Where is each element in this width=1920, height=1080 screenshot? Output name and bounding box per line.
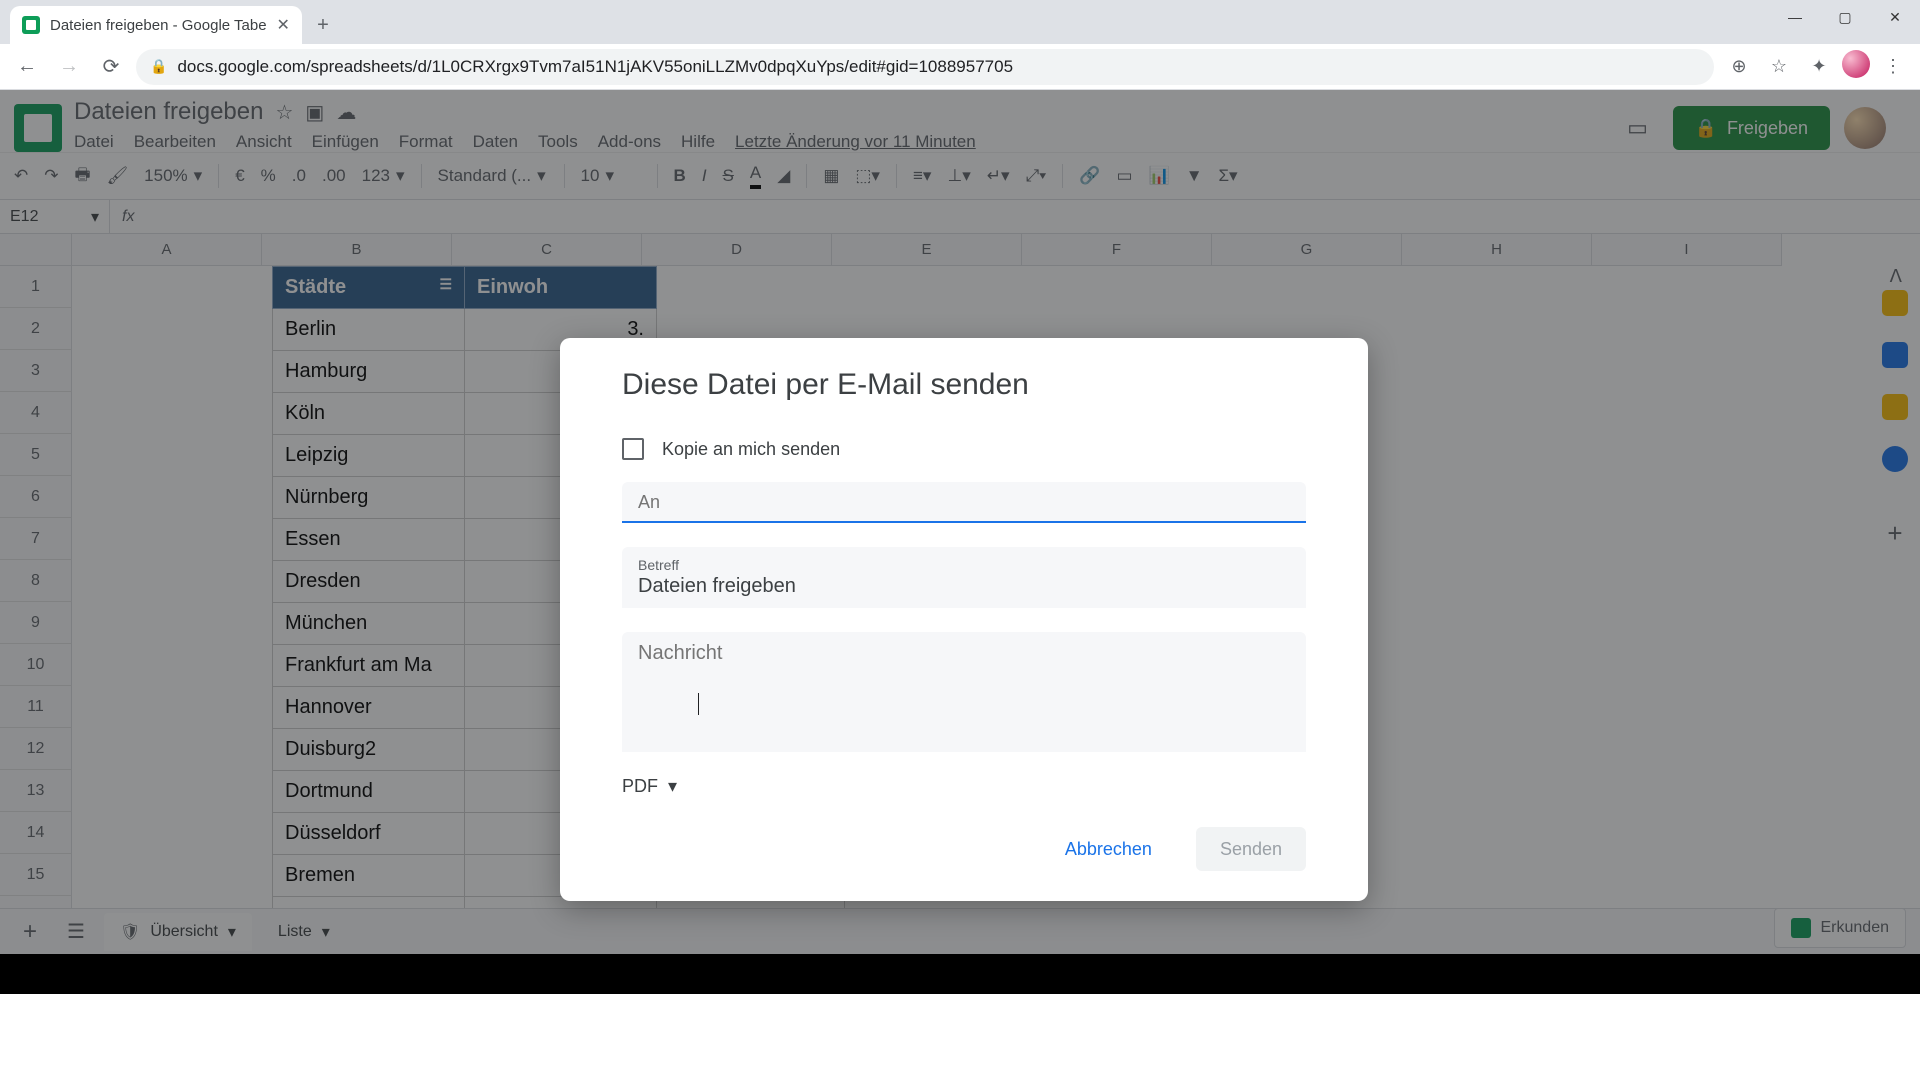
chrome-menu-icon[interactable]: ⋮	[1876, 50, 1910, 84]
send-button[interactable]: Senden	[1196, 827, 1306, 871]
copy-to-me-checkbox[interactable]	[622, 438, 644, 460]
dialog-title: Diese Datei per E-Mail senden	[622, 368, 1306, 402]
chrome-profile-avatar[interactable]	[1842, 50, 1870, 78]
extensions-icon[interactable]: ✦	[1802, 50, 1836, 84]
message-input[interactable]	[638, 642, 1290, 688]
email-file-dialog: Diese Datei per E-Mail senden Kopie an m…	[560, 338, 1368, 901]
reload-button[interactable]: ⟳	[94, 50, 128, 84]
chevron-down-icon: ▾	[668, 776, 677, 797]
window-close-icon[interactable]: ✕	[1870, 0, 1920, 34]
black-bar	[0, 954, 1920, 994]
forward-button[interactable]: →	[52, 50, 86, 84]
window-minimize-icon[interactable]: —	[1770, 0, 1820, 34]
subject-field[interactable]: Betreff	[622, 547, 1306, 608]
subject-label: Betreff	[638, 557, 1290, 573]
text-cursor	[698, 693, 699, 715]
new-tab-button[interactable]: +	[308, 10, 338, 40]
sheets-favicon	[22, 16, 40, 34]
to-input[interactable]	[638, 492, 1290, 513]
copy-to-me-label: Kopie an mich senden	[662, 439, 840, 460]
to-field[interactable]	[622, 482, 1306, 523]
browser-titlebar: Dateien freigeben - Google Tabe ✕ + — ▢ …	[0, 0, 1920, 44]
back-button[interactable]: ←	[10, 50, 44, 84]
url-text: docs.google.com/spreadsheets/d/1L0CRXrgx…	[177, 57, 1013, 77]
zoom-icon[interactable]: ⊕	[1722, 50, 1756, 84]
browser-address-bar: ← → ⟳ 🔒 docs.google.com/spreadsheets/d/1…	[0, 44, 1920, 90]
message-field[interactable]	[622, 632, 1306, 752]
close-tab-icon[interactable]: ✕	[277, 15, 290, 35]
lock-icon: 🔒	[150, 58, 167, 75]
browser-tab[interactable]: Dateien freigeben - Google Tabe ✕	[10, 6, 302, 44]
url-input[interactable]: 🔒 docs.google.com/spreadsheets/d/1L0CRXr…	[136, 49, 1714, 85]
format-selector[interactable]: PDF▾	[622, 776, 1306, 797]
window-maximize-icon[interactable]: ▢	[1820, 0, 1870, 34]
tab-title: Dateien freigeben - Google Tabe	[50, 17, 267, 34]
subject-input[interactable]	[638, 575, 1290, 598]
bookmark-icon[interactable]: ☆	[1762, 50, 1796, 84]
cancel-button[interactable]: Abbrechen	[1041, 827, 1176, 871]
